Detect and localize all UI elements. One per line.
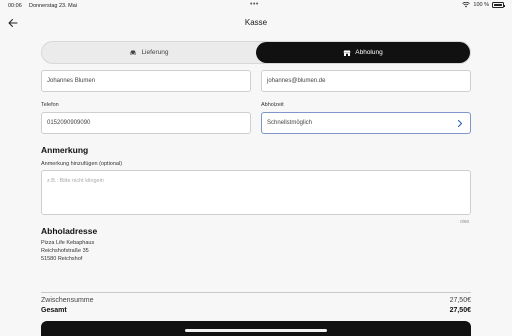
delivery-mode-toggle: Lieferung Abholung	[41, 41, 471, 64]
status-time: 00:06	[8, 3, 22, 9]
tab-pickup[interactable]: Abholung	[256, 42, 470, 63]
name-field[interactable]: Johannes Blumen	[41, 70, 251, 92]
phone-field[interactable]: 0152090909090	[41, 112, 251, 134]
subtotal-value: 27,50€	[449, 297, 471, 304]
page-title: Kasse	[244, 18, 268, 27]
name-value: Johannes Blumen	[47, 78, 96, 84]
pickup-time-label: Abholzeit	[261, 102, 284, 108]
email-value: johannes@blumen.de	[267, 78, 326, 84]
note-label: Anmerkung hinzufügen (optional)	[41, 161, 123, 167]
email-field[interactable]: johannes@blumen.de	[261, 70, 471, 92]
summary-divider	[41, 292, 471, 293]
tab-pickup-label: Abholung	[355, 49, 383, 56]
pickup-address-line-2: Reichshofstraße 35	[41, 248, 89, 254]
note-placeholder: z.B.: Bitte nicht klingeln	[47, 178, 104, 184]
battery-percent: 100 %	[473, 2, 489, 8]
total-label: Gesamt	[41, 307, 67, 314]
car-icon	[130, 50, 136, 55]
pickup-address-line-1: Pizza Life Kebaphaus	[41, 240, 95, 246]
multitasking-dots[interactable]: •••	[250, 1, 259, 8]
phone-label: Telefon	[41, 102, 59, 108]
nav-bar: Kasse	[0, 12, 512, 34]
note-char-counter: 0/80	[460, 219, 469, 224]
chevron-right-icon	[457, 119, 463, 128]
total-value: 27,50€	[449, 307, 471, 314]
subtotal-label: Zwischensumme	[41, 297, 94, 304]
status-date: Donnerstag 23. Mai	[29, 3, 77, 9]
phone-value: 0152090909090	[47, 120, 91, 126]
note-section-title: Anmerkung	[41, 145, 89, 155]
pickup-time-value: Schnellstmöglich	[267, 120, 313, 126]
status-right: 100 %	[462, 2, 505, 8]
home-indicator[interactable]	[185, 329, 327, 332]
pickup-address-title: Abholadresse	[41, 226, 98, 236]
tab-delivery[interactable]: Lieferung	[42, 42, 256, 63]
pickup-time-select[interactable]: Schnellstmöglich	[261, 112, 471, 134]
wifi-icon	[462, 2, 471, 8]
store-icon	[343, 50, 351, 56]
status-bar: 00:06 Donnerstag 23. Mai ••• 100 %	[0, 0, 512, 12]
pickup-address-line-3: 51580 Reichshof	[41, 256, 83, 262]
note-textarea[interactable]: z.B.: Bitte nicht klingeln	[41, 170, 471, 215]
battery-icon	[492, 2, 505, 8]
tab-delivery-label: Lieferung	[141, 49, 169, 56]
